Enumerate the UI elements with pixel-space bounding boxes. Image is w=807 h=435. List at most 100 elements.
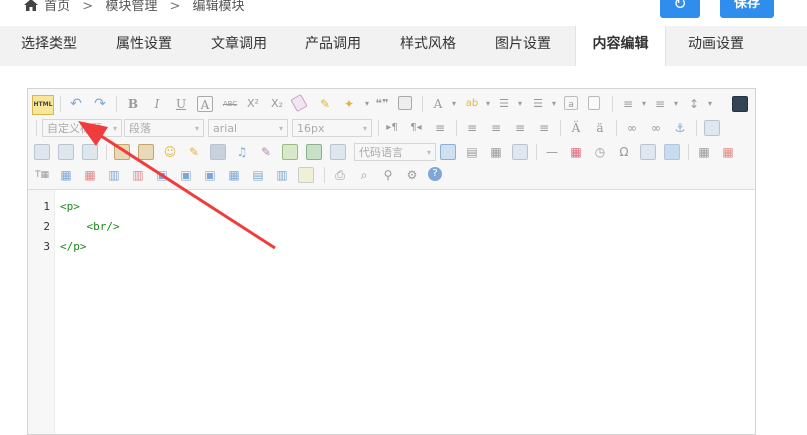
paragraph-select[interactable]: 段落 ▾ (124, 119, 204, 137)
word-image-icon[interactable] (664, 144, 680, 160)
insert-image-icon[interactable] (138, 144, 154, 160)
snapscreen-icon[interactable] (640, 144, 656, 160)
indent-icon[interactable]: ≡ (432, 120, 448, 136)
template-icon[interactable]: ▦ (488, 144, 504, 160)
emotion-icon[interactable]: ☺ (162, 144, 178, 160)
ltr-icon[interactable]: ▸¶ (384, 120, 400, 136)
print-icon[interactable]: ⎙ (332, 167, 348, 183)
tab-style[interactable]: 样式风格 (386, 26, 470, 66)
search-replace-icon[interactable]: ⚲ (380, 167, 396, 183)
insert-frame-icon[interactable] (330, 144, 346, 160)
chevron-down-icon[interactable]: ▾ (702, 96, 718, 112)
fullscreen-icon[interactable] (732, 96, 748, 112)
align-left-icon[interactable]: ≡ (464, 120, 480, 136)
eraser-icon[interactable] (290, 93, 308, 113)
image-float-icon[interactable] (704, 120, 720, 136)
tab-content-edit[interactable]: 内容编辑 (575, 26, 666, 67)
delete-col-icon[interactable]: ▥ (130, 167, 146, 183)
wordimage-icon[interactable] (512, 144, 528, 160)
chevron-down-icon[interactable]: ▾ (446, 96, 462, 112)
italic-icon[interactable]: I (149, 96, 165, 112)
split-rows-icon[interactable]: ▤ (250, 167, 266, 183)
drafts-icon[interactable]: ⚙ (404, 167, 420, 183)
font-color-icon[interactable]: A (430, 96, 446, 112)
insert-col-icon[interactable]: ▥ (106, 167, 122, 183)
simple-upload-icon[interactable] (114, 144, 130, 160)
ordered-list-icon[interactable]: ☰ (496, 96, 512, 112)
row-spacing-top-icon[interactable]: ≡ (620, 96, 636, 112)
breadcrumb-module-management[interactable]: 模块管理 (105, 0, 157, 14)
attachment-icon[interactable]: ✎ (258, 144, 274, 160)
align-center-icon[interactable]: ≡ (488, 120, 504, 136)
insert-row-icon[interactable]: ▦ (58, 167, 74, 183)
align-right-icon[interactable]: ≡ (512, 120, 528, 136)
save-button[interactable]: 保存 (720, 0, 774, 18)
align-justify-icon[interactable]: ≡ (536, 120, 552, 136)
delete-row-icon[interactable]: ▦ (82, 167, 98, 183)
font-size-select[interactable]: 16px ▾ (292, 119, 372, 137)
chevron-down-icon[interactable]: ▾ (359, 96, 375, 112)
row-spacing-bottom-icon[interactable]: ≡ (652, 96, 668, 112)
merge-cells-icon[interactable]: ▣ (154, 167, 170, 183)
auto-format-icon[interactable]: ✦ (341, 96, 357, 112)
split-cols-icon[interactable]: ▥ (274, 167, 290, 183)
tab-animation-settings[interactable]: 动画设置 (674, 26, 758, 66)
heading-select[interactable]: 自定义标题 ▾ (42, 119, 122, 137)
image-none-icon[interactable] (34, 144, 50, 160)
chevron-down-icon[interactable]: ▾ (512, 96, 528, 112)
chevron-down-icon[interactable]: ▾ (668, 96, 684, 112)
font-family-select[interactable]: arial ▾ (208, 119, 288, 137)
page-break-icon[interactable] (440, 144, 456, 160)
chart-icon[interactable] (298, 167, 314, 183)
background-color-icon[interactable]: ab (464, 96, 480, 112)
delete-table-icon[interactable]: ▦ (720, 144, 736, 160)
clear-doc-icon[interactable] (588, 96, 600, 110)
preview-icon[interactable]: ⌕ (356, 167, 372, 183)
anchor-icon[interactable]: ⚓ (672, 120, 688, 136)
breadcrumb-home[interactable]: 首页 (44, 0, 70, 14)
date-icon[interactable]: ▦ (568, 144, 584, 160)
rtl-icon[interactable]: ¶◂ (408, 120, 424, 136)
redo-icon[interactable]: ↷ (92, 96, 108, 112)
split-cells-icon[interactable]: ▦ (226, 167, 242, 183)
link-icon[interactable]: ∞ (624, 120, 640, 136)
help-icon[interactable]: ? (428, 167, 442, 181)
tab-article-call[interactable]: 文章调用 (197, 26, 281, 66)
background-icon[interactable]: ▤ (464, 144, 480, 160)
tab-select-type[interactable]: 选择类型 (8, 26, 90, 66)
map-icon[interactable] (282, 144, 298, 160)
code-line[interactable]: </p> (60, 240, 87, 253)
time-icon[interactable]: ◷ (592, 144, 608, 160)
select-all-icon[interactable]: a (564, 96, 578, 110)
superscript-icon[interactable]: X² (245, 96, 261, 112)
line-height-icon[interactable]: ↕ (686, 96, 702, 112)
tab-product-call[interactable]: 产品调用 (291, 26, 375, 66)
unordered-list-icon[interactable]: ☰ (530, 96, 546, 112)
scrawl-icon[interactable]: ✎ (186, 144, 202, 160)
refresh-button[interactable]: ↻ (660, 0, 700, 18)
horizontal-rule-icon[interactable]: — (544, 144, 560, 160)
paste-plain-icon[interactable] (398, 96, 412, 110)
underline-icon[interactable]: U (173, 96, 189, 112)
merge-right-icon[interactable]: ▣ (178, 167, 194, 183)
merge-down-icon[interactable]: ▣ (202, 167, 218, 183)
code-editor[interactable]: 1 2 3 <p> <br/> </p> (28, 190, 755, 434)
insert-video-icon[interactable] (210, 144, 226, 160)
bold-icon[interactable]: B (125, 96, 141, 112)
image-left-icon[interactable] (58, 144, 74, 160)
html-source-button[interactable]: HTML (32, 95, 54, 115)
format-brush-icon[interactable]: ✎ (317, 96, 333, 112)
chevron-down-icon[interactable]: ▾ (636, 96, 652, 112)
uppercase-icon[interactable]: Ä (568, 120, 584, 136)
tab-image-settings[interactable]: 图片设置 (481, 26, 565, 66)
gmap-icon[interactable] (306, 144, 322, 160)
image-center-icon[interactable] (82, 144, 98, 160)
chevron-down-icon[interactable]: ▾ (546, 96, 562, 112)
lowercase-icon[interactable]: ä (592, 120, 608, 136)
unlink-icon[interactable]: ∞ (648, 120, 664, 136)
subscript-icon[interactable]: X₂ (269, 96, 285, 112)
blockquote-icon[interactable]: ❝❞ (374, 96, 390, 112)
chevron-down-icon[interactable]: ▾ (480, 96, 496, 112)
insert-paragraph-before-table-icon[interactable]: T▦ (34, 167, 50, 183)
font-border-icon[interactable]: A (197, 96, 213, 112)
